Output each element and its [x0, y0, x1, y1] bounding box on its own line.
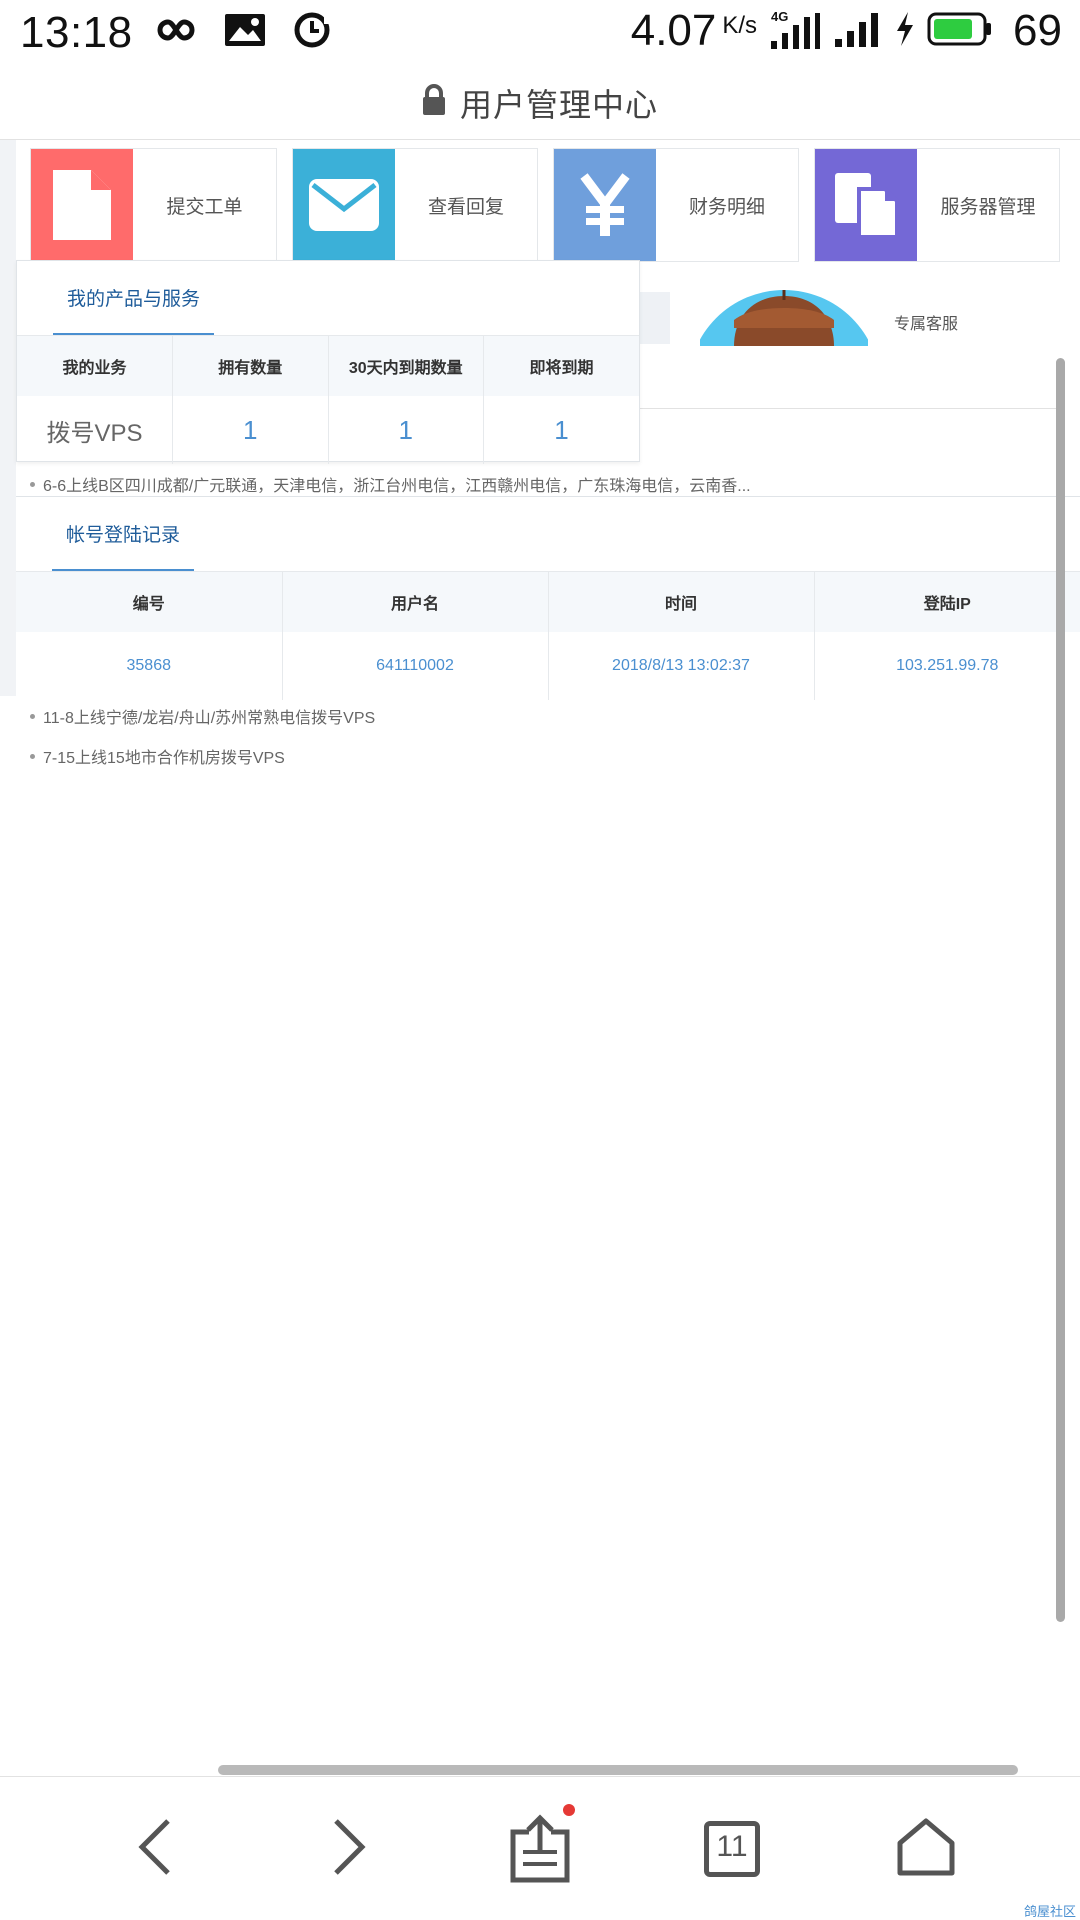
forward-button[interactable] — [288, 1777, 408, 1920]
web-content[interactable]: 提交工单 查看回复 财务明细 服务器管理 专属客服 我的产品与服务 我的业务 拥… — [0, 140, 1080, 1780]
tab-count: 11 — [716, 1830, 748, 1863]
infinity-icon — [148, 15, 198, 50]
envelope-icon — [293, 149, 395, 261]
table-row: 拨号VPS 1 1 1 — [17, 396, 639, 464]
expiring-30-days-count[interactable]: 1 — [328, 396, 484, 464]
page-title: 用户管理中心 — [459, 86, 658, 123]
bullet-icon — [30, 481, 35, 487]
chevron-left-icon — [136, 1817, 176, 1882]
login-time: 2018/8/13 13:02:37 — [548, 632, 815, 700]
left-stripe — [0, 140, 16, 696]
network-speed: 4.07 K/s — [630, 6, 758, 55]
column-header: 登陆IP — [814, 572, 1080, 632]
news-item[interactable]: 7-15上线15地市合作机房拨号VPS — [30, 744, 285, 768]
owned-count[interactable]: 1 — [172, 396, 329, 464]
login-username: 641110002 — [282, 632, 549, 700]
tile-label: 服务器管理 — [940, 196, 1036, 218]
signal-4g-icon: 4G — [769, 9, 821, 51]
column-header: 时间 — [548, 572, 815, 632]
support-avatar[interactable] — [700, 290, 868, 346]
login-records-panel: 帐号登陆记录 编号 用户名 时间 登陆IP 35868 641110002 20… — [16, 496, 1080, 700]
tile-server-management[interactable]: 服务器管理 — [814, 148, 1060, 262]
home-icon — [896, 1817, 956, 1882]
watermark: 鸽屋社区 — [1023, 1904, 1076, 1919]
tile-view-replies[interactable]: 查看回复 — [292, 148, 538, 262]
login-id: 35868 — [16, 632, 283, 700]
column-header: 编号 — [16, 572, 283, 632]
status-time: 13:18 — [20, 8, 133, 57]
timer-sync-icon — [292, 10, 332, 55]
back-button[interactable] — [96, 1777, 216, 1920]
news-item[interactable]: 11-8上线宁德/龙岩/舟山/苏州常熟电信拨号VPS — [30, 704, 375, 728]
bullet-icon — [30, 753, 35, 759]
signal-icon — [833, 9, 883, 54]
tile-label: 查看回复 — [427, 196, 504, 218]
product-name: 拨号VPS — [17, 396, 173, 464]
horizontal-scrollbar[interactable] — [218, 1765, 1018, 1775]
chevron-right-icon — [328, 1817, 368, 1882]
column-header: 即将到期 — [483, 336, 639, 396]
exclusive-support-label[interactable]: 专属客服 — [894, 310, 958, 334]
expiring-soon-count[interactable]: 1 — [484, 396, 640, 464]
column-header: 我的业务 — [17, 336, 173, 396]
news-item[interactable]: 6-6上线B区四川成都/广元联通，天津电信，浙江台州电信，江西赣州电信，广东珠海… — [30, 472, 751, 496]
charging-icon — [895, 11, 915, 52]
products-table: 我的业务 拥有数量 30天内到期数量 即将到期 拨号VPS 1 1 1 — [17, 336, 639, 464]
home-button[interactable] — [866, 1777, 986, 1920]
status-bar: 13:18 4.07 K/s 4G 69 — [0, 0, 1080, 66]
lock-icon — [422, 84, 446, 121]
tab-products-services[interactable]: 我的产品与服务 — [53, 261, 215, 335]
battery-icon — [927, 11, 993, 52]
tile-label: 财务明细 — [688, 196, 765, 218]
tile-finance[interactable]: 财务明细 — [553, 148, 799, 262]
document-icon — [31, 149, 133, 261]
notification-dot — [563, 1804, 575, 1816]
login-records-table: 编号 用户名 时间 登陆IP 35868 641110002 2018/8/13… — [16, 572, 1080, 700]
browser-toolbar: 11 鸽屋社区 — [0, 1776, 1080, 1920]
files-icon — [815, 149, 917, 261]
tabs-button[interactable]: 11 — [672, 1777, 792, 1920]
vertical-scrollbar[interactable] — [1056, 358, 1065, 1622]
tile-submit-ticket[interactable]: 提交工单 — [30, 148, 277, 262]
column-header: 拥有数量 — [172, 336, 329, 396]
share-icon — [505, 1804, 575, 1884]
tab-login-records[interactable]: 帐号登陆记录 — [52, 497, 195, 571]
battery-level: 69 — [1013, 6, 1062, 55]
column-header: 30天内到期数量 — [328, 336, 484, 396]
column-header: 用户名 — [282, 572, 549, 632]
yen-icon — [554, 149, 656, 261]
image-icon — [224, 13, 266, 52]
tile-label: 提交工单 — [166, 196, 243, 218]
products-panel: 我的产品与服务 我的业务 拥有数量 30天内到期数量 即将到期 拨号VPS 1 … — [16, 260, 640, 464]
hidden-background-bar — [636, 292, 670, 344]
divider — [640, 408, 1062, 409]
bullet-icon — [30, 713, 35, 719]
address-bar[interactable]: 用户管理中心 — [0, 66, 1080, 140]
tabs-icon: 11 — [704, 1821, 760, 1877]
share-button[interactable] — [480, 1777, 600, 1920]
table-row: 35868 641110002 2018/8/13 13:02:37 103.2… — [16, 632, 1080, 700]
login-ip: 103.251.99.78 — [896, 657, 999, 674]
